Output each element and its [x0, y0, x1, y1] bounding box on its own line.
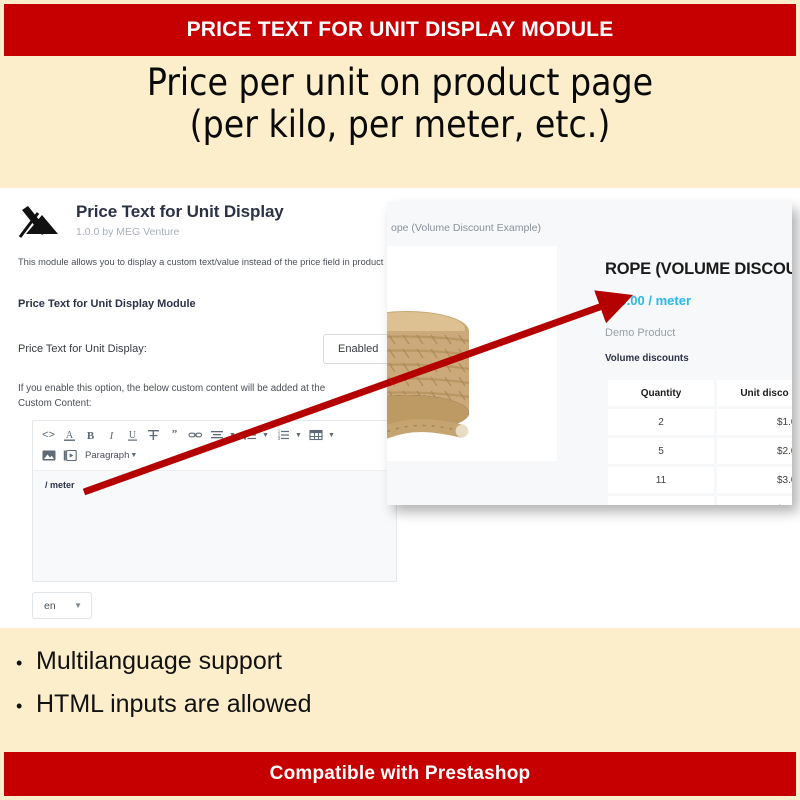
feature-label: Multilanguage support — [36, 647, 282, 675]
module-name: Price Text for Unit Display — [76, 202, 284, 221]
page-title: Price per unit on product page (per kilo… — [0, 61, 800, 147]
list-item: • Multilanguage support — [16, 640, 312, 683]
cell-unit-discount: $1.00 — [717, 409, 792, 435]
page-title-line-1: Price per unit on product page — [146, 61, 654, 104]
paragraph-format-label: Paragraph — [85, 449, 130, 461]
align-icon[interactable] — [207, 426, 226, 445]
cell-unit-discount: $2.00 — [717, 438, 792, 464]
svg-text:A: A — [66, 430, 74, 441]
column-header-quantity: Quantity — [608, 380, 714, 406]
table-row: 5 $2.00 — [608, 438, 792, 464]
top-banner-title: PRICE TEXT FOR UNIT DISPLAY MODULE — [186, 18, 614, 41]
bullet-icon: • — [16, 653, 23, 673]
product-info: ROPE (VOLUME DISCOU $19.00 / meter Demo … — [605, 260, 792, 364]
table-row: 2 $1.00 — [608, 409, 792, 435]
module-logo-icon — [18, 204, 64, 244]
cell-quantity: 2 — [608, 409, 714, 435]
bullet-list-chevron-down-icon[interactable]: ▼ — [261, 426, 270, 445]
cell-quantity: 11 — [608, 467, 714, 493]
product-price: $19.00 / meter — [605, 293, 692, 308]
bullet-list-icon[interactable] — [240, 426, 259, 445]
page-title-line-2: (per kilo, per meter, etc.) — [189, 103, 611, 147]
link-icon[interactable] — [186, 426, 205, 445]
volume-discounts-table: Quantity Unit disco 2 $1.00 5 $2.00 11 — [605, 377, 792, 505]
text-color-icon[interactable]: A — [60, 426, 79, 445]
editor-content-area[interactable]: / meter — [33, 470, 396, 581]
source-code-icon[interactable]: <> — [39, 426, 58, 445]
price-text-enabled-value: Enabled — [338, 343, 379, 355]
cell-unit-discount: $3.00 — [717, 467, 792, 493]
svg-text:”: ” — [172, 428, 178, 440]
table-icon[interactable] — [306, 426, 325, 445]
feature-list: • Multilanguage support • HTML inputs ar… — [16, 640, 312, 726]
svg-text:3: 3 — [277, 436, 280, 441]
module-version: 1.0.0 by MEG Venture — [76, 226, 180, 238]
table-row: 16 $3.50 — [608, 496, 792, 505]
insert-image-icon[interactable] — [39, 446, 58, 465]
language-chevron-down-icon: ▼ — [74, 600, 82, 610]
volume-discounts-title: Volume discounts — [605, 353, 689, 364]
bottom-banner: Compatible with Prestashop — [4, 752, 796, 796]
storefront-product-card: ope (Volume Discount Example) ROPE (VOLU… — [387, 202, 792, 505]
insert-media-icon[interactable] — [60, 446, 79, 465]
product-image — [387, 246, 557, 461]
wysiwyg-editor[interactable]: <> A B I U ” ▼ ▼ 1 2 3 ▼ ▼ Paragraph ▼ /… — [32, 420, 397, 582]
editor-toolbar-row-2: Paragraph ▼ — [39, 445, 390, 465]
svg-text:U: U — [129, 430, 137, 441]
numbered-list-chevron-down-icon[interactable]: ▼ — [294, 426, 303, 445]
module-description: This module allows you to display a cust… — [18, 257, 384, 267]
module-header: Price Text for Unit Display 1.0.0 by MEG… — [18, 202, 284, 244]
editor-toolbar: <> A B I U ” ▼ ▼ 1 2 3 ▼ ▼ Paragraph ▼ — [33, 421, 396, 468]
language-select[interactable]: en ▼ — [32, 592, 92, 619]
cell-quantity: 5 — [608, 438, 714, 464]
top-banner: PRICE TEXT FOR UNIT DISPLAY MODULE — [4, 4, 796, 56]
section-title: Price Text for Unit Display Module — [18, 298, 196, 310]
language-select-value: en — [44, 599, 56, 612]
list-item: • HTML inputs are allowed — [16, 683, 312, 726]
editor-content-text: / meter — [45, 480, 75, 490]
price-text-field-label: Price Text for Unit Display: — [18, 343, 147, 355]
product-title: ROPE (VOLUME DISCOU — [605, 260, 792, 278]
table-header-row: Quantity Unit disco — [608, 380, 792, 406]
bold-icon[interactable]: B — [81, 426, 100, 445]
paragraph-chevron-down-icon[interactable]: ▼ — [129, 446, 138, 465]
screenshot-stage: Price Text for Unit Display 1.0.0 by MEG… — [0, 188, 800, 628]
italic-icon[interactable]: I — [102, 426, 121, 445]
custom-content-label: Custom Content: — [18, 398, 92, 409]
align-chevron-down-icon[interactable]: ▼ — [228, 426, 237, 445]
cell-unit-discount: $3.50 — [717, 496, 792, 505]
svg-text:I: I — [109, 430, 115, 442]
strikethrough-icon[interactable] — [144, 426, 163, 445]
feature-label: HTML inputs are allowed — [36, 690, 312, 718]
paragraph-format-select[interactable]: Paragraph ▼ — [85, 446, 141, 465]
bullet-icon: • — [16, 696, 23, 716]
module-title-block: Price Text for Unit Display 1.0.0 by MEG… — [76, 202, 284, 238]
bottom-banner-text: Compatible with Prestashop — [269, 763, 531, 784]
svg-text:B: B — [87, 430, 95, 442]
promo-banner-page: PRICE TEXT FOR UNIT DISPLAY MODULE Price… — [0, 0, 800, 800]
column-header-unit-discount: Unit disco — [717, 380, 792, 406]
underline-icon[interactable]: U — [123, 426, 142, 445]
table-row: 11 $3.00 — [608, 467, 792, 493]
cell-quantity: 16 — [608, 496, 714, 505]
numbered-list-icon[interactable]: 123 — [273, 426, 292, 445]
editor-toolbar-row-1: <> A B I U ” ▼ ▼ 1 2 3 ▼ ▼ — [39, 425, 390, 445]
table-chevron-down-icon[interactable]: ▼ — [327, 426, 336, 445]
blockquote-icon[interactable]: ” — [165, 426, 184, 445]
breadcrumb[interactable]: ope (Volume Discount Example) — [391, 222, 541, 234]
product-subtitle: Demo Product — [605, 327, 676, 339]
